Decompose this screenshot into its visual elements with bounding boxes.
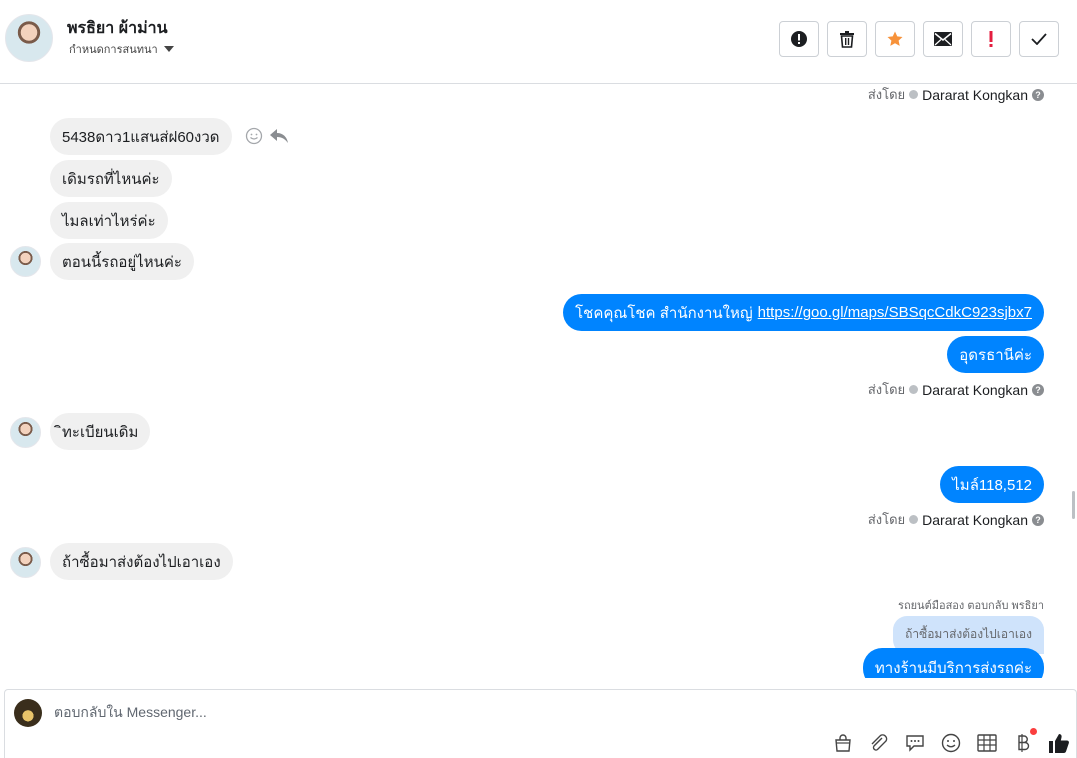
incoming-message[interactable]: 5438ดาว1แสนส่ฝ60งวด [50,118,232,155]
star-icon [887,31,903,46]
sent-by-label: ส่งโดย [867,512,906,527]
important-button[interactable] [971,21,1011,57]
contact-name[interactable]: พรธิยา ผ้าม่าน [67,16,168,41]
message-thread[interactable]: ส่งโดย Dararat Kongkan ? 5438ดาว1แสนส่ฝ6… [0,84,1077,678]
chat-bubble-icon[interactable] [904,732,926,754]
spam-button[interactable] [779,21,819,57]
done-button[interactable] [1019,21,1059,57]
delete-button[interactable] [827,21,867,57]
conversation-toolbar [779,21,1059,57]
outgoing-message[interactable]: ไมล์118,512 [940,466,1044,503]
outgoing-message[interactable]: โชคคุณโชค สำนักงานใหญ่ https://goo.gl/ma… [563,294,1044,331]
incoming-message[interactable]: ตอนนี้รถอยู่ไหนค่ะ [50,243,194,280]
sender-avatar [10,417,41,448]
sent-by-label: ส่งโดย [867,87,906,102]
react-smiley-icon[interactable] [245,127,263,145]
mark-unread-button[interactable] [923,21,963,57]
help-icon[interactable]: ? [1032,88,1044,101]
sender-avatar [10,547,41,578]
alert-circle-icon [791,31,807,47]
sent-by-line: ส่งโดย Dararat Kongkan ? [868,509,1044,530]
incoming-message[interactable]: ิทะเบียนเดิม [50,413,151,450]
notification-dot [1030,728,1037,735]
incoming-message[interactable]: เดิมรถที่ไหนค่ะ [50,160,172,197]
paperclip-icon[interactable] [868,732,890,754]
agent-name: Dararat Kongkan [922,381,1028,398]
verified-dot-icon [909,90,919,99]
verified-dot-icon [909,515,919,524]
table-icon[interactable] [976,732,998,754]
outgoing-message-text: โชคคุณโชค สำนักงานใหญ่ [575,304,753,322]
contact-avatar[interactable] [5,14,53,62]
baht-icon[interactable] [1012,728,1037,754]
check-icon [1031,33,1047,45]
composer-tools [832,728,1070,758]
thumbs-up-icon[interactable] [1048,732,1070,754]
agent-name: Dararat Kongkan [922,511,1028,528]
smiley-icon[interactable] [940,732,962,754]
envelope-icon [934,32,952,46]
outgoing-message[interactable]: อุดรธานีค่ะ [947,336,1044,373]
scrollbar-thumb[interactable] [1072,491,1075,519]
reply-context: รถยนต์มือสอง ตอบกลับ พรธิยา [898,600,1044,612]
reply-input[interactable] [54,704,754,720]
reply-arrow-icon[interactable] [269,128,289,144]
star-button[interactable] [875,21,915,57]
sent-by-line: ส่งโดย Dararat Kongkan ? [868,379,1044,400]
conversation-header: พรธิยา ผ้าม่าน กำหนดการสนทนา [0,0,1077,84]
message-composer [4,689,1077,758]
maps-link[interactable]: https://goo.gl/maps/SBSqcCdkC923sjbx7 [758,304,1032,321]
sent-by-line: ส่งโดย Dararat Kongkan ? [868,84,1044,105]
exclamation-icon [989,31,993,47]
assign-label: กำหนดการสนทนา [69,44,158,56]
incoming-message[interactable]: ไมลเท่าไหร่ค่ะ [50,202,168,239]
sender-avatar [10,246,41,277]
help-icon[interactable]: ? [1032,383,1044,396]
page-avatar [14,699,42,727]
sent-by-label: ส่งโดย [867,382,906,397]
shopping-bag-icon[interactable] [832,732,854,754]
agent-name: Dararat Kongkan [922,86,1028,103]
outgoing-message[interactable]: ทางร้านมีบริการส่งรถค่ะ [862,648,1044,678]
trash-icon [840,31,854,48]
message-actions [245,127,289,145]
verified-dot-icon [909,385,919,394]
assign-conversation-dropdown[interactable]: กำหนดการสนทนา [69,40,174,58]
incoming-message[interactable]: ถ้าซื้อมาส่งต้องไปเอาเอง [50,543,233,580]
caret-down-icon [163,46,174,52]
help-icon[interactable]: ? [1032,513,1044,526]
